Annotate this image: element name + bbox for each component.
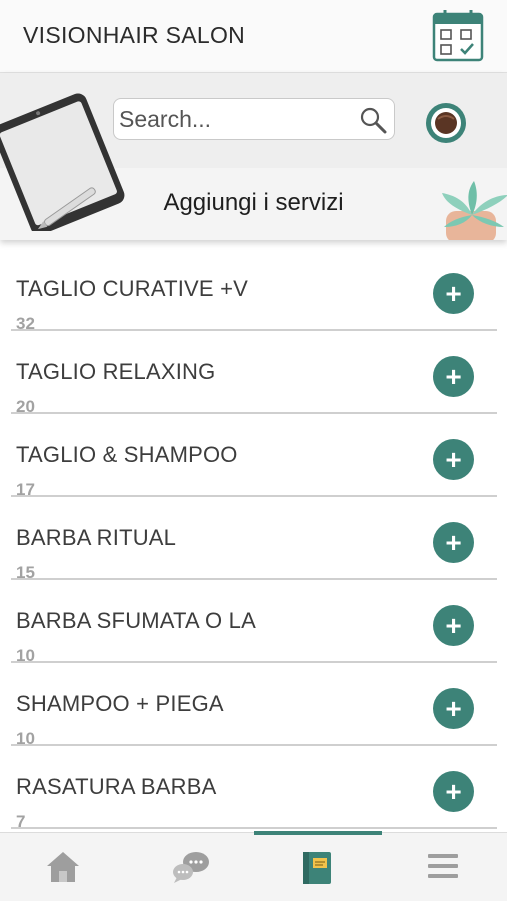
service-name: TAGLIO RELAXING <box>16 359 216 384</box>
add-service-button[interactable]: + <box>433 439 474 480</box>
plus-icon: + <box>445 361 462 392</box>
nav-item-home[interactable] <box>0 833 126 901</box>
service-name: RASATURA BARBA <box>16 774 217 799</box>
add-service-button[interactable]: + <box>433 771 474 812</box>
add-service-button[interactable]: + <box>433 605 474 646</box>
service-name: TAGLIO CURATIVE +V <box>16 276 249 301</box>
banner: Aggiungi i servizi <box>0 73 507 240</box>
service-list-item[interactable]: TAGLIO CURATIVE +V 32 + <box>11 248 497 333</box>
plus-icon: + <box>445 444 462 475</box>
notebook-icon <box>303 852 331 884</box>
service-list-item[interactable]: RASATURA BARBA 7 + <box>11 746 497 831</box>
home-icon <box>47 852 79 882</box>
bottom-navigation <box>0 831 507 901</box>
nav-item-menu[interactable] <box>381 833 507 901</box>
plus-icon: + <box>445 610 462 641</box>
service-name: BARBA SFUMATA O LA <box>16 608 256 633</box>
service-list-item[interactable]: BARBA RITUAL 15 + <box>11 497 497 582</box>
add-service-button[interactable]: + <box>433 356 474 397</box>
app-title: VISIONHAIR SALON <box>23 22 246 48</box>
plus-icon: + <box>445 693 462 724</box>
menu-icon <box>428 854 458 878</box>
search-icon[interactable] <box>359 106 387 134</box>
chat-icon <box>173 852 209 883</box>
plus-icon: + <box>445 527 462 558</box>
search-input[interactable] <box>119 105 349 133</box>
service-list-item[interactable]: TAGLIO RELAXING 20 + <box>11 331 497 416</box>
add-service-button[interactable]: + <box>433 522 474 563</box>
calendar-icon[interactable] <box>430 8 486 64</box>
nav-item-notebook[interactable] <box>254 833 380 901</box>
service-list[interactable]: TAGLIO CURATIVE +V 32 + TAGLIO RELAXING 20 + T… <box>0 248 507 832</box>
service-name: TAGLIO & SHAMPOO <box>16 442 238 467</box>
nav-item-chat[interactable] <box>127 833 253 901</box>
coffee-cup-icon[interactable] <box>424 101 468 145</box>
top-bar: VISIONHAIR SALON <box>0 0 507 73</box>
plant-decoration-icon <box>438 181 507 240</box>
service-count: 7 <box>16 812 26 831</box>
service-list-item[interactable]: TAGLIO & SHAMPOO 17 + <box>11 414 497 499</box>
service-list-item[interactable]: BARBA SFUMATA O LA 10 + <box>11 580 497 665</box>
plus-icon: + <box>445 776 462 807</box>
add-service-button[interactable]: + <box>433 688 474 729</box>
plus-icon: + <box>445 278 462 309</box>
service-name: BARBA RITUAL <box>16 525 177 550</box>
search-box[interactable] <box>113 98 395 140</box>
service-name: SHAMPOO + PIEGA <box>16 691 224 716</box>
banner-title: Aggiungi i servizi <box>163 189 344 216</box>
service-list-item[interactable]: SHAMPOO + PIEGA 10 + <box>11 663 497 748</box>
add-service-button[interactable]: + <box>433 273 474 314</box>
